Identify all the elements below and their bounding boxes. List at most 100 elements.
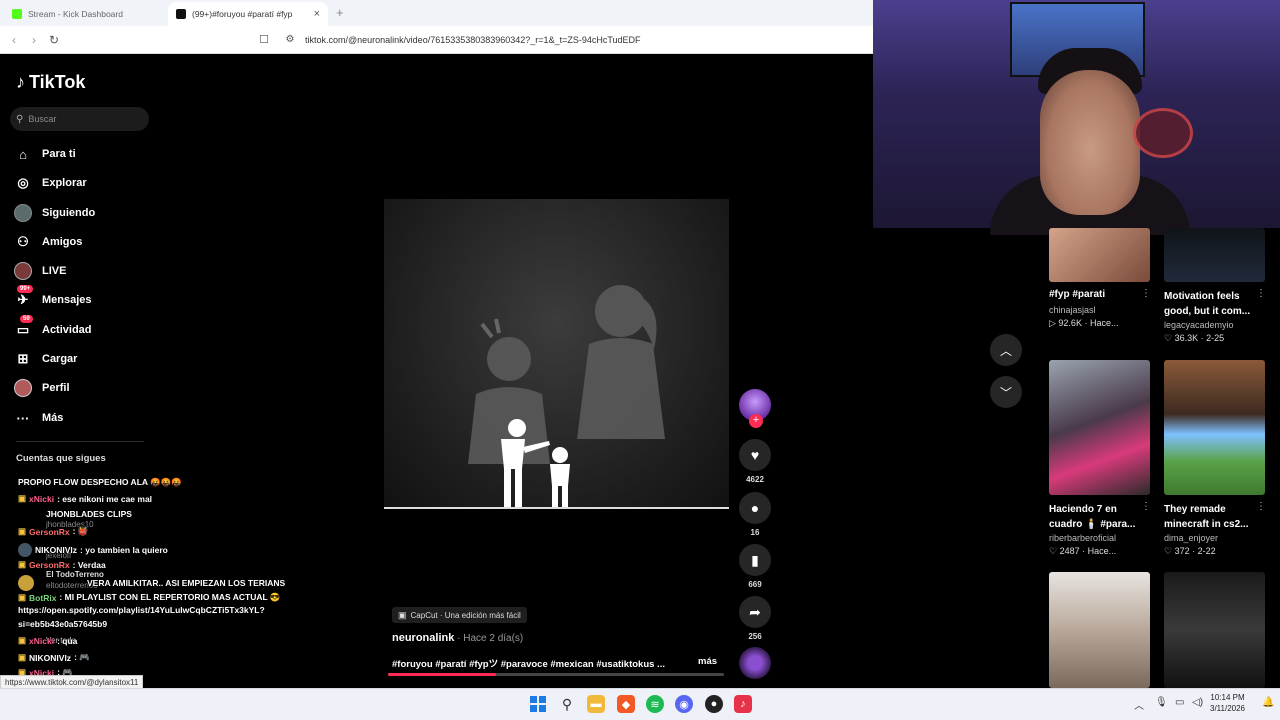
- more-options-icon[interactable]: ⋮: [1256, 288, 1266, 299]
- tab-label: (99+)#foruyou #paratí #fyp: [192, 9, 293, 19]
- video-ground-line: [384, 507, 729, 509]
- volume-icon[interactable]: ◁): [1192, 697, 1203, 708]
- more-options-icon[interactable]: ⋮: [1141, 501, 1151, 512]
- share-icon: ➦: [739, 596, 771, 628]
- chat-message: VERA AMILKITAR.. ASI EMPIEZAN LOS TERIAN…: [18, 575, 285, 591]
- post-time: · Hace 2 día(s): [454, 633, 524, 644]
- video-progress-bar[interactable]: [388, 673, 724, 676]
- message-icon: ✈ 99+: [14, 285, 34, 309]
- spotify-icon[interactable]: ≋: [646, 695, 664, 713]
- taskbar-clock[interactable]: 10:14 PM 3/11/2026: [1210, 692, 1245, 714]
- bookmark-icon[interactable]: ☐: [256, 32, 272, 48]
- sidebar-item-para-ti[interactable]: ⌂ Para ti: [14, 144, 76, 164]
- rec-thumbnail[interactable]: [1049, 572, 1150, 688]
- sidebar-item-siguiendo[interactable]: Siguiendo: [14, 203, 95, 223]
- save-button[interactable]: ▮ 669: [739, 544, 771, 589]
- brave-browser-icon[interactable]: ◆: [617, 695, 635, 713]
- sidebar-item-mas[interactable]: ··· Más: [14, 408, 64, 428]
- rec-thumbnail[interactable]: [1164, 572, 1265, 688]
- tab-kick-dashboard[interactable]: Stream - Kick Dashboard: [4, 2, 166, 26]
- sidebar-item-live[interactable]: LIVE: [14, 261, 66, 281]
- rec-title[interactable]: They remade minecraft in cs2...: [1164, 502, 1256, 532]
- music-disc-button[interactable]: [739, 647, 771, 679]
- rec-title[interactable]: #fyp #parati: [1049, 289, 1150, 300]
- search-input[interactable]: ⚲ Buscar: [10, 107, 149, 131]
- next-video-button[interactable]: ﹀: [990, 376, 1022, 408]
- logo-text: TikTok: [29, 72, 86, 92]
- tray-chevron-up-icon[interactable]: ︿: [1134, 697, 1144, 712]
- rec-user[interactable]: chinajasjasl: [1049, 305, 1096, 315]
- chat-message: ▣ GersonRx: 👹: [18, 526, 88, 537]
- chat-badge-icon: ▣: [18, 559, 27, 569]
- heart-icon: ♡: [1164, 333, 1175, 343]
- network-icon[interactable]: ▭: [1175, 697, 1184, 708]
- tab-tiktok-video[interactable]: (99+)#foruyou #paratí #fyp ×: [168, 2, 328, 26]
- rec-thumbnail[interactable]: [1164, 360, 1265, 495]
- reload-icon[interactable]: ↻: [46, 32, 62, 48]
- discord-icon[interactable]: ◉: [675, 695, 693, 713]
- back-icon[interactable]: ‹: [6, 32, 22, 48]
- notifications-icon[interactable]: 🔔: [1262, 697, 1274, 708]
- play-icon: ▷: [1049, 318, 1059, 328]
- new-tab-button[interactable]: +: [336, 5, 344, 20]
- chat-link[interactable]: https://open.spotify.com/playlist/14YuLu…: [18, 605, 265, 615]
- search-icon[interactable]: ⚲: [558, 695, 576, 713]
- like-button[interactable]: ♥ 4622: [739, 439, 771, 484]
- chat-message: ▣ BotRix: MI PLAYLIST CON EL REPERTORIO M…: [18, 592, 280, 603]
- obs-icon[interactable]: ●: [705, 695, 723, 713]
- chevron-down-icon: ﹀: [999, 385, 1012, 400]
- sidebar-item-mensajes[interactable]: ✈ 99+ Mensajes: [14, 285, 92, 310]
- share-button[interactable]: ➦ 256: [739, 596, 771, 641]
- chat-message: ▣ xNicki: qua: [18, 635, 77, 646]
- sidebar-item-actividad[interactable]: ▭ 59 Actividad: [14, 315, 92, 340]
- following-section-title: Cuentas que sigues: [16, 453, 106, 464]
- rec-thumbnail[interactable]: [1049, 360, 1150, 495]
- chat-username: NIKONIVlz: [35, 545, 78, 555]
- previous-video-button[interactable]: ︿: [990, 334, 1022, 366]
- sidebar-item-label: Amigos: [42, 236, 83, 248]
- windows-logo-icon: [530, 696, 546, 712]
- video-author[interactable]: neuronalink · Hace 2 día(s): [392, 632, 523, 644]
- capcut-tag[interactable]: ▣ CapCut · Una edición más fácil: [392, 607, 527, 623]
- sidebar-item-explorar[interactable]: ◎ Explorar: [14, 173, 87, 193]
- sidebar-item-perfil[interactable]: Perfil: [14, 378, 70, 398]
- chat-text: : ese nikoni me cae mal: [57, 493, 153, 504]
- close-tab-icon[interactable]: ×: [314, 8, 320, 20]
- avatar-icon: [14, 204, 32, 222]
- tiktok-app-icon[interactable]: ♪: [734, 695, 752, 713]
- chat-message: PROPIO FLOW DESPECHO ALA 🤬🤬🤬: [18, 477, 182, 488]
- microphone-icon[interactable]: 🎙: [1155, 697, 1168, 708]
- sidebar-item-label: Actividad: [42, 324, 92, 336]
- rec-thumbnail[interactable]: [1164, 228, 1265, 282]
- rec-title[interactable]: Motivation feels good, but it com...: [1164, 289, 1256, 319]
- windows-start-icon[interactable]: [529, 695, 547, 713]
- activity-icon: ▭ 59: [14, 315, 33, 339]
- rec-user[interactable]: riberbarberoficial: [1049, 533, 1116, 543]
- chat-text: VERA AMILKITAR.. ASI EMPIEZAN LOS TERIAN…: [87, 578, 286, 588]
- caption-more-button[interactable]: más: [698, 656, 717, 667]
- sidebar-item-amigos[interactable]: ⚇ Amigos: [14, 232, 82, 252]
- video-caption[interactable]: #foruyou #paratí #fypツ #paravoce #mexica…: [392, 656, 692, 670]
- forward-icon[interactable]: ›: [26, 32, 42, 48]
- chat-link[interactable]: si=eb5b43e0a57645b9: [18, 619, 107, 629]
- sidebar-item-label: Perfil: [42, 382, 70, 394]
- chat-username: BotRix: [29, 592, 57, 603]
- comment-button[interactable]: ● 16: [739, 492, 771, 537]
- rec-user[interactable]: legacyacademyio: [1164, 320, 1234, 330]
- rec-thumbnail[interactable]: [1049, 228, 1150, 282]
- follow-plus-icon[interactable]: +: [749, 414, 763, 428]
- sidebar-item-cargar[interactable]: ⊞ Cargar: [14, 349, 78, 369]
- more-options-icon[interactable]: ⋮: [1141, 288, 1151, 299]
- rec-title[interactable]: Haciendo 7 en cuadro 🕯️ #para...: [1049, 502, 1141, 532]
- tiktok-logo[interactable]: ♪ TikTok: [16, 72, 85, 93]
- sidebar-item-label: Explorar: [42, 177, 87, 189]
- more-options-icon[interactable]: ⋮: [1256, 501, 1266, 512]
- url-field[interactable]: tiktok.com/@neuronalink/video/7615335380…: [305, 35, 641, 45]
- rec-user[interactable]: dima_enjoyer: [1164, 533, 1218, 543]
- capcut-label: CapCut · Una edición más fácil: [410, 610, 521, 620]
- video-player[interactable]: [384, 199, 729, 509]
- site-info-icon[interactable]: ⚙: [282, 32, 298, 48]
- rec-meta-text: 36.3K · 2-25: [1174, 333, 1225, 343]
- author-name[interactable]: neuronalink: [392, 632, 454, 644]
- file-explorer-icon[interactable]: ▬: [587, 695, 605, 713]
